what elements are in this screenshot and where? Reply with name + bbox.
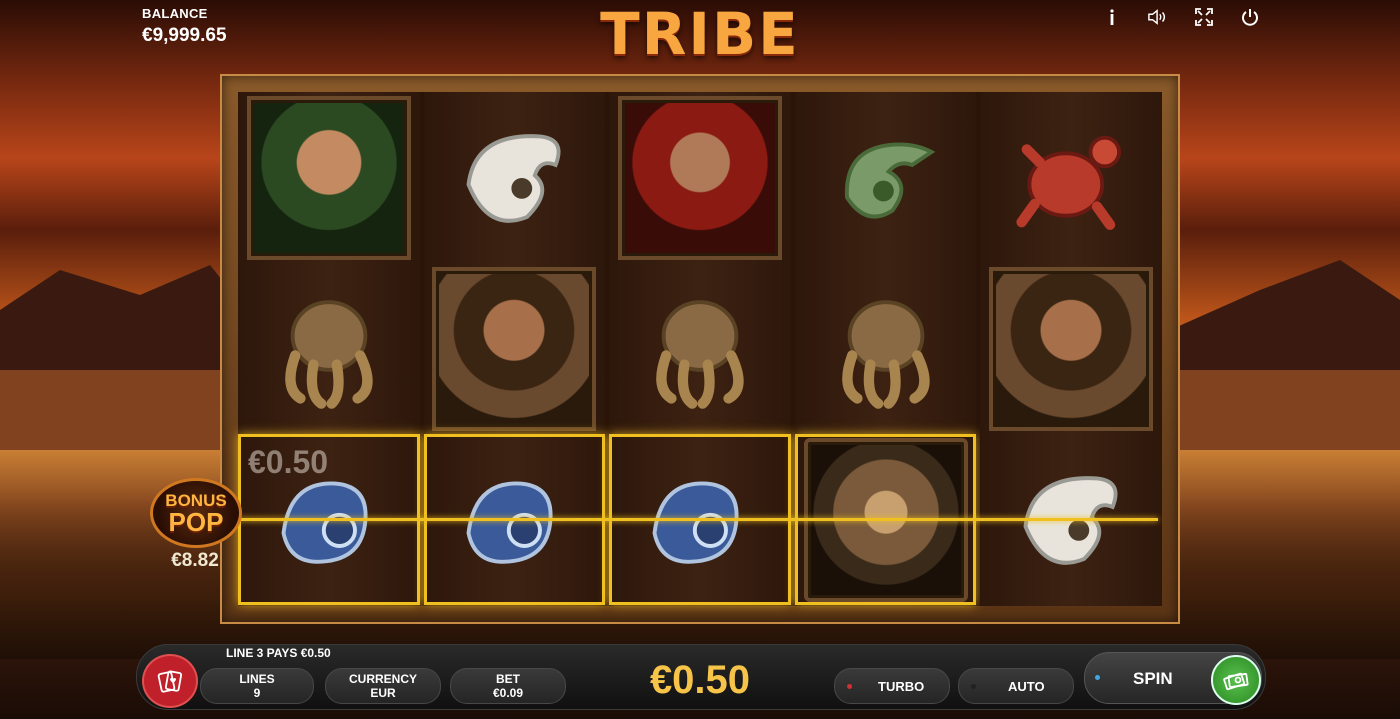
top-toolbar [1102,6,1260,28]
turbo-label: TURBO [878,678,925,694]
spin-cash-icon[interactable] [1211,655,1261,705]
bet-value: €0.09 [492,686,524,700]
spin-indicator [1095,675,1100,680]
turbo-toggle[interactable]: TURBO [834,668,950,704]
symbol-turtle-red-pendant [980,92,1162,263]
reel-4 [794,92,977,606]
reel-2 [423,92,606,606]
line-win-amount: €0.50 [248,444,329,480]
symbol-warrior-portrait [424,263,606,434]
win-amount: €0.50 [649,658,751,702]
balance-display: BALANCE €9,999.65 [142,6,227,47]
spin-label: SPIN [1133,669,1173,688]
reel-grid [238,92,1162,606]
symbol-octopus-pendant [609,263,791,434]
bonus-pop-line2: POP [168,506,224,537]
status-line-pays: LINE 3 PAYS €0.50 [226,646,331,660]
auto-label: AUTO [1008,678,1045,694]
power-icon[interactable] [1240,6,1260,28]
bonus-pop-badge: BONUS POP [150,478,242,548]
spin-button[interactable]: SPIN [1084,652,1262,705]
game-logo: TRIBE [600,0,800,68]
bet-selector[interactable]: BET €0.09 [450,668,566,704]
symbol-redhair-portrait [609,92,791,263]
sound-icon[interactable] [1148,6,1168,28]
bet-label: BET [496,672,520,686]
currency-value: EUR [370,686,396,700]
lines-value: 9 [253,686,261,700]
reel-1 [238,92,420,606]
auto-toggle[interactable]: AUTO [958,668,1074,704]
lines-selector[interactable]: LINES 9 [200,668,314,704]
info-icon[interactable] [1102,6,1122,28]
payline-3 [236,518,1158,521]
bonus-pop-line1: BONUS [165,490,227,510]
fullscreen-icon[interactable] [1194,6,1214,28]
symbol-octopus-pendant [238,263,420,434]
symbol-octopus-pendant [795,263,977,434]
cards-icon [157,670,183,693]
symbol-manaia-white-pendant [424,92,606,263]
lines-label: LINES [239,672,275,686]
currency-label: CURRENCY [348,672,417,686]
balance-value: €9,999.65 [142,25,227,46]
reel-5 [980,92,1162,606]
auto-indicator [971,683,976,689]
symbol-dolphin-jade-pendant [795,92,977,263]
reel-3 [609,92,791,606]
symbol-warrior-portrait [980,263,1162,434]
currency-selector[interactable]: CURRENCY EUR [325,668,441,704]
bonus-pop-amount: €8.82 [171,550,219,571]
symbol-girl-portrait [238,92,420,263]
menu-button[interactable] [142,654,198,708]
balance-label: BALANCE [142,6,208,21]
reel-frame [220,74,1180,624]
bonus-pop[interactable]: BONUS POP €8.82 [150,478,242,572]
turbo-indicator [847,683,852,689]
